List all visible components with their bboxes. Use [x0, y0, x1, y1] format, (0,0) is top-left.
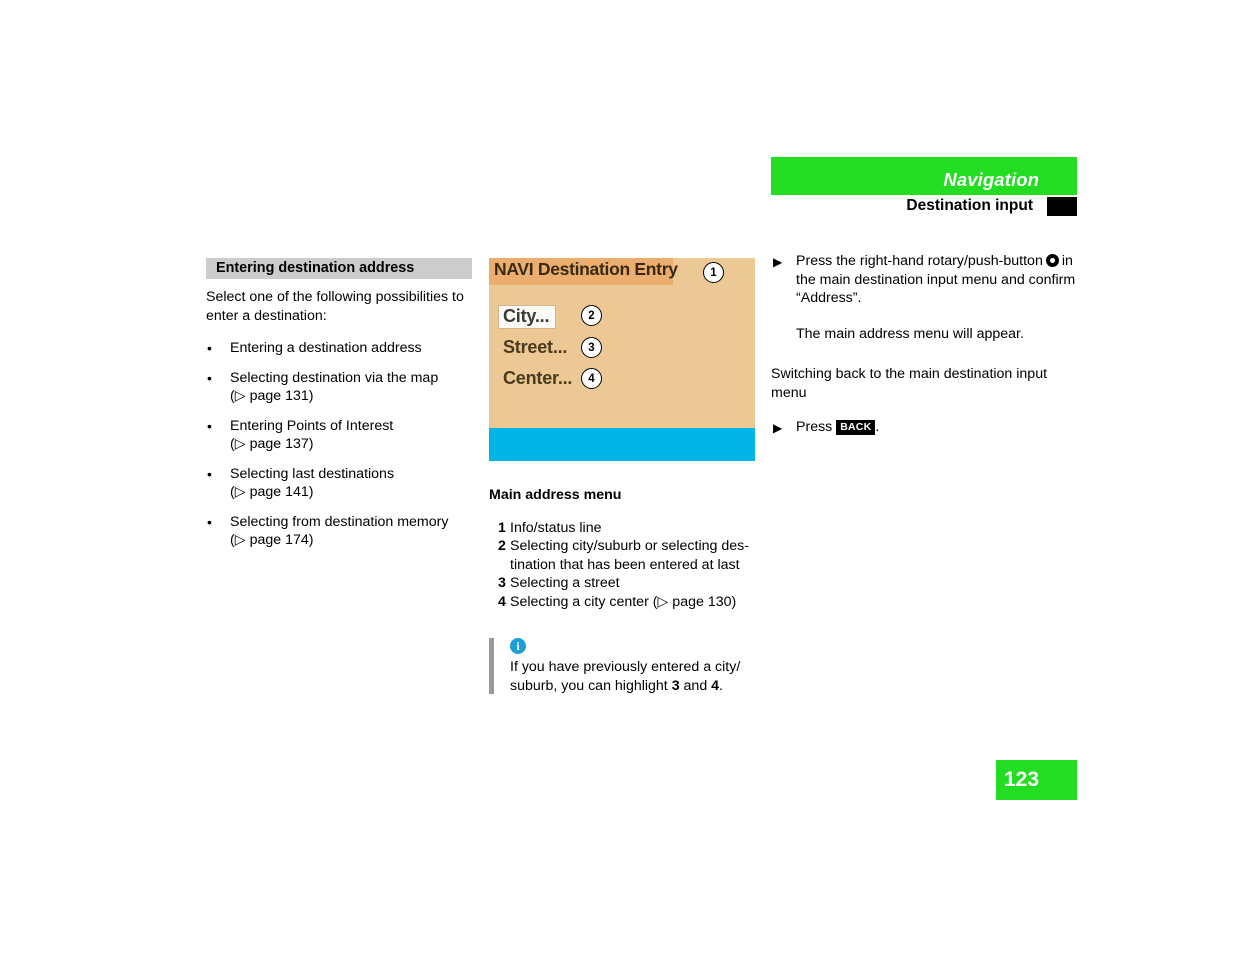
section-title: Destination input	[906, 197, 1033, 214]
legend-item: 2 Selecting city/suburb or selecting des…	[489, 537, 755, 574]
callout-marker-3: 3	[581, 337, 602, 358]
legend-item: 1 Info/status line	[489, 519, 755, 538]
back-key-badge[interactable]: BACK	[836, 420, 876, 435]
legend-number: 1	[498, 519, 506, 536]
page-header: Navigation Destination input	[771, 157, 1077, 219]
list-item-label: Selecting last destinations	[230, 465, 395, 482]
destination-options-list: • Entering a destination address • Selec…	[206, 339, 472, 550]
list-item: • Entering Points of Interest (▷ page 13…	[206, 417, 472, 454]
list-item-label: Entering Points of Interest	[230, 417, 394, 434]
instruction-step-2: ▶ Press BACK.	[771, 418, 1077, 437]
callout-marker-4: 4	[581, 368, 602, 389]
list-item: • Selecting destination via the map (▷ p…	[206, 369, 472, 406]
note-line-2-mid: and	[679, 677, 712, 694]
page-reference: (▷ page 141)	[230, 484, 314, 500]
step-1-text-pre: Press the right-hand rotary/push-button	[796, 253, 1043, 269]
page-reference: (▷ page 174)	[230, 532, 314, 548]
note-text: If you have previously entered a city/ s…	[510, 658, 755, 695]
legend-item: 3 Selecting a street	[489, 574, 755, 593]
legend-label-line2: tination that has been entered at last	[510, 556, 740, 573]
legend-label-line1: Selecting city/suburb or selecting des-	[510, 538, 749, 554]
intro-paragraph: Select one of the following possibilitie…	[206, 289, 464, 324]
section-header-row: Destination input	[771, 195, 1077, 219]
step-triangle-icon: ▶	[773, 421, 783, 435]
navi-status-strip	[489, 428, 755, 461]
chapter-title: Navigation	[943, 169, 1039, 190]
section-heading: Entering destination address	[206, 258, 472, 279]
legend-number: 3	[498, 575, 506, 591]
right-column: ▶ Press the right-hand rotary/push-butto…	[771, 252, 1077, 437]
section-tab-marker	[1047, 197, 1077, 216]
bullet-icon: •	[207, 417, 212, 434]
list-item-label: Entering a destination address	[230, 340, 422, 356]
rotary-push-button-icon	[1045, 254, 1059, 267]
note-line-2-post: .	[719, 677, 723, 694]
legend-number: 4	[498, 593, 506, 610]
step-2-text-pre: Press	[796, 419, 833, 435]
left-column: Entering destination address Select one …	[206, 258, 472, 561]
instruction-step-1: ▶ Press the right-hand rotary/push-butto…	[771, 252, 1077, 308]
legend-item: 4 Selecting a city center (▷ page 130)	[489, 593, 755, 612]
list-item: • Selecting from destination memory (▷ p…	[206, 513, 472, 550]
legend-label: Info/status line	[510, 519, 602, 536]
navi-title-text: NAVI Destination Entry	[494, 259, 678, 279]
figure-legend-list: 1 Info/status line 2 Selecting city/subu…	[489, 519, 755, 612]
list-item: • Selecting last destinations (▷ page 14…	[206, 465, 472, 502]
list-item-label: Selecting destination via the map	[230, 369, 439, 386]
bullet-icon: •	[207, 465, 212, 482]
note-line-2-pre: suburb, you can highlight	[510, 677, 672, 694]
step-triangle-icon: ▶	[773, 255, 783, 269]
figure-caption: Main address menu	[489, 487, 622, 503]
note-ref-3: 3	[671, 677, 680, 694]
navi-menu-item-center[interactable]: Center...	[503, 369, 572, 388]
page-reference: (▷ page 131)	[230, 388, 314, 404]
legend-label: Selecting a street	[510, 575, 620, 591]
note-line-1: If you have previously entered a city/	[510, 659, 741, 675]
step-2-text-post: .	[875, 419, 880, 435]
navi-menu-item-street[interactable]: Street...	[503, 338, 567, 357]
chapter-header-bar: Navigation	[771, 157, 1077, 195]
legend-label: Selecting a city center (▷ page 130)	[510, 593, 737, 610]
info-note-box: i If you have previously entered a city/…	[489, 638, 755, 695]
note-ref-4: 4	[711, 677, 720, 694]
step-1-result-text: The main address menu will appear.	[796, 325, 1024, 342]
navi-screen-figure: NAVI Destination Entry City... Street...…	[489, 258, 755, 461]
switching-back-paragraph: Switching back to the main destination i…	[771, 366, 1048, 401]
bullet-icon: •	[207, 369, 212, 386]
note-accent-bar	[489, 638, 494, 694]
bullet-icon: •	[207, 340, 212, 356]
middle-column: NAVI Destination Entry City... Street...…	[489, 258, 755, 695]
bullet-icon: •	[207, 513, 212, 530]
callout-marker-2: 2	[581, 305, 602, 326]
legend-number: 2	[498, 538, 506, 554]
page-reference: (▷ page 137)	[230, 436, 314, 452]
list-item-label: Selecting from destination memory	[230, 513, 449, 530]
page-number: 123	[996, 760, 1077, 800]
info-icon: i	[510, 638, 526, 654]
callout-marker-1: 1	[703, 262, 724, 283]
list-item: • Entering a destination address	[206, 339, 472, 358]
navi-menu-item-city[interactable]: City...	[499, 306, 556, 328]
